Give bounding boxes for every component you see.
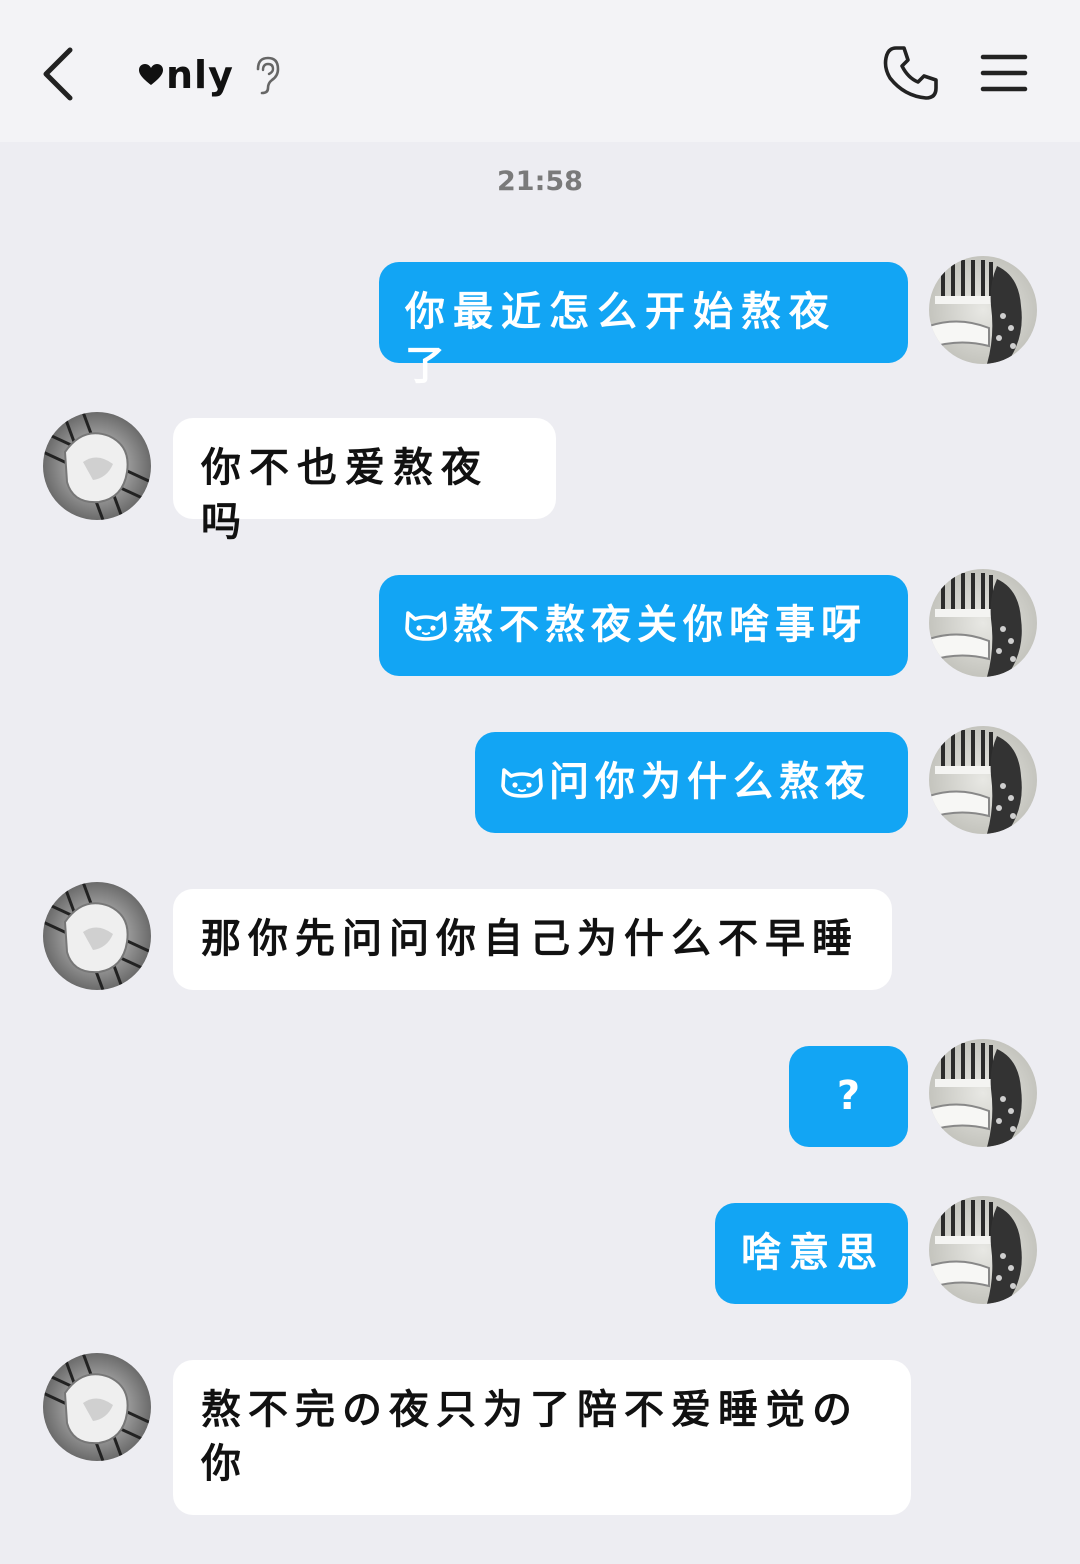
cat-face-icon <box>499 764 545 798</box>
message-bubble-outgoing[interactable]: 啥意思 <box>715 1203 908 1304</box>
my-avatar[interactable] <box>929 256 1037 364</box>
chat-header: nly <box>0 0 1080 142</box>
cat-face-icon <box>403 607 449 641</box>
contact-name: nly <box>166 53 234 97</box>
heart-icon <box>139 64 163 85</box>
message-text: 你不也爱熬夜吗 <box>201 445 489 545</box>
my-avatar[interactable] <box>929 726 1037 834</box>
message-text: 熬不熬夜关你啥事呀 <box>453 602 867 648</box>
contact-avatar[interactable] <box>43 1353 151 1461</box>
contact-avatar[interactable] <box>43 412 151 520</box>
message-timestamp: 21:58 <box>497 166 583 197</box>
message-bubble-incoming[interactable]: 熬不完の夜只为了陪不爱睡觉の你 <box>173 1360 911 1515</box>
message-bubble-incoming[interactable]: 那你先问问你自己为什么不早睡 <box>173 889 892 990</box>
message-text: 你最近怎么开始熬夜了 <box>405 289 837 389</box>
message-bubble-outgoing[interactable]: 熬不熬夜关你啥事呀 <box>379 575 908 676</box>
message-bubble-outgoing[interactable]: 你最近怎么开始熬夜了 <box>379 262 908 389</box>
phone-icon[interactable] <box>882 44 940 102</box>
message-text: 问你为什么熬夜 <box>549 759 871 805</box>
contact-avatar[interactable] <box>43 882 151 990</box>
my-avatar[interactable] <box>929 569 1037 677</box>
my-avatar[interactable] <box>929 1039 1037 1147</box>
chat-title[interactable]: nly <box>138 50 282 100</box>
message-bubble-incoming[interactable]: 你不也爱熬夜吗 <box>173 418 556 545</box>
message-text: 啥意思 <box>741 1230 885 1276</box>
ear-icon[interactable] <box>252 55 282 95</box>
message-bubble-outgoing[interactable]: ? <box>789 1046 908 1147</box>
message-text: 熬不完の夜只为了陪不爱睡觉の你 <box>201 1387 859 1487</box>
chevron-left-icon[interactable] <box>38 44 82 104</box>
message-text: 那你先问问你自己为什么不早睡 <box>201 916 859 962</box>
message-bubble-outgoing[interactable]: 问你为什么熬夜 <box>475 732 908 833</box>
my-avatar[interactable] <box>929 1196 1037 1304</box>
message-text: ? <box>836 1073 861 1119</box>
menu-icon[interactable] <box>980 52 1028 94</box>
